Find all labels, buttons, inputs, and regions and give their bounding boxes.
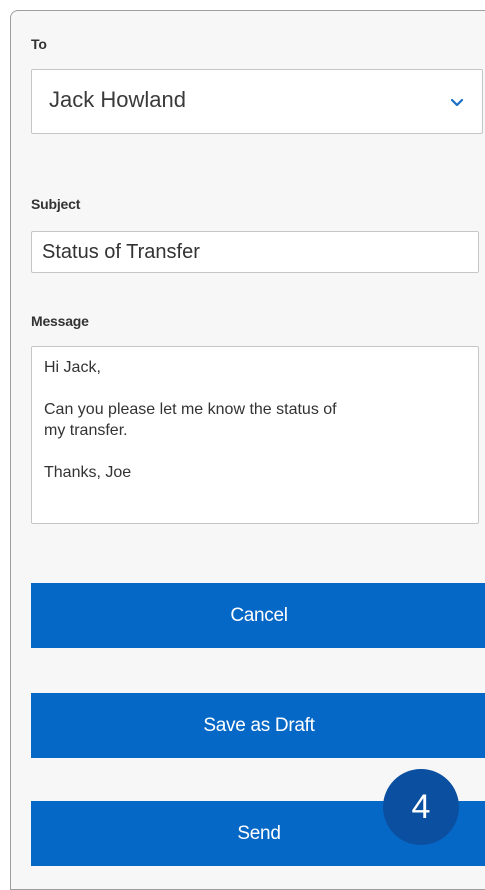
recipient-select[interactable]: Jack Howland: [31, 69, 483, 134]
to-label: To: [31, 36, 47, 52]
message-greeting: Hi Jack,: [44, 359, 101, 376]
subject-input[interactable]: [31, 231, 479, 273]
message-signoff: Thanks, Joe: [44, 464, 132, 481]
subject-label: Subject: [31, 196, 81, 212]
chevron-down-icon: [450, 98, 464, 107]
compose-message-panel: To Jack Howland Subject Message Hi Jack,…: [10, 10, 485, 890]
recipient-value: Jack Howland: [49, 87, 186, 112]
cancel-button[interactable]: Cancel: [31, 583, 485, 648]
message-body-line-1: Can you please let me know the status of: [44, 401, 337, 418]
step-number-badge: 4: [383, 769, 459, 845]
message-label: Message: [31, 313, 89, 329]
message-textarea[interactable]: Hi Jack, Can you please let me know the …: [31, 346, 479, 524]
message-body-line-2: my transfer.: [44, 422, 128, 439]
save-as-draft-button[interactable]: Save as Draft: [31, 693, 485, 758]
